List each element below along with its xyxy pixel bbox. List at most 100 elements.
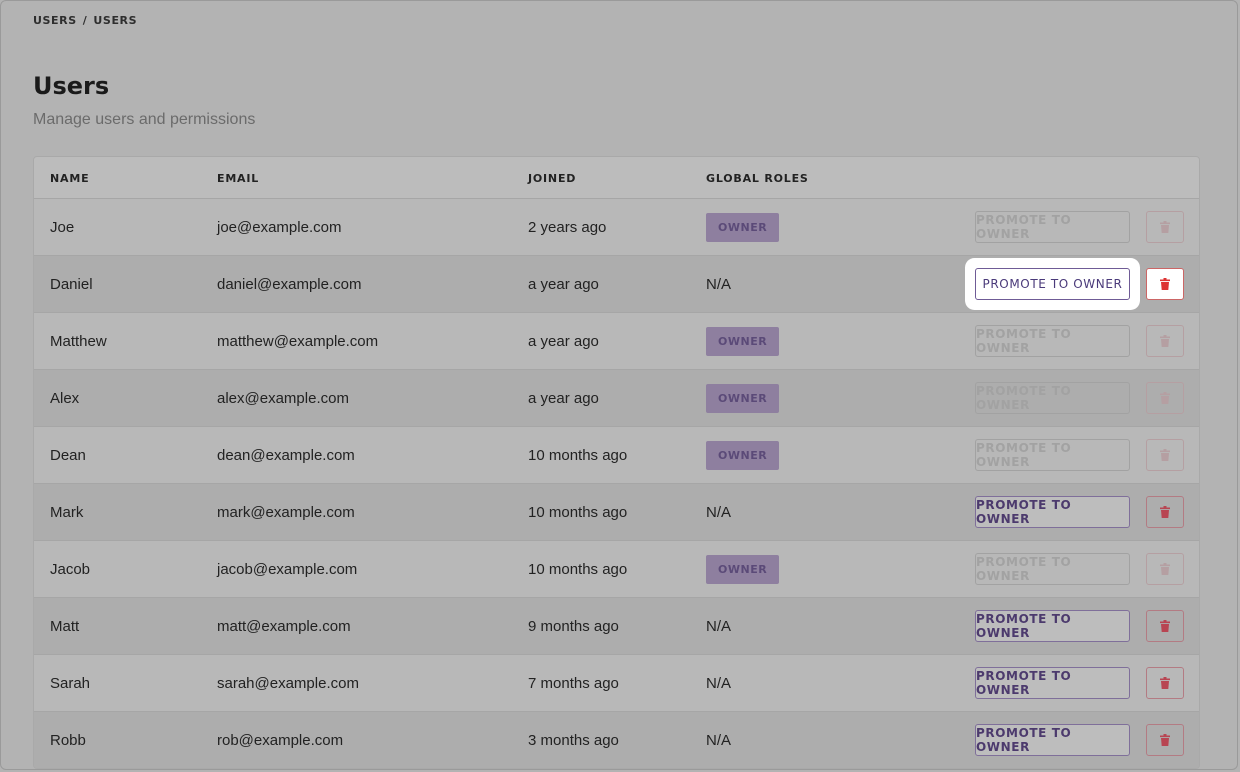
delete-user-button[interactable] <box>1146 553 1184 585</box>
table-row: Daniel daniel@example.com a year ago N/A PRO… <box>34 256 1199 313</box>
role-none: N/A <box>706 674 732 692</box>
user-role: OWNER <box>706 370 780 426</box>
user-email: jacob@example.com <box>217 560 358 578</box>
table-row: Matt matt@example.com 9 months ago N/A PROMO… <box>34 598 1199 655</box>
delete-user-button[interactable] <box>1146 382 1184 414</box>
trash-icon <box>1160 392 1170 404</box>
user-joined: 2 years ago <box>528 218 607 236</box>
table-row: Jacob jacob@example.com 10 months ago OWNER… <box>34 541 1199 598</box>
header-global-roles: GLOBAL ROLES <box>706 172 809 185</box>
user-name: Alex <box>50 389 80 407</box>
delete-user-button[interactable] <box>1146 610 1184 642</box>
user-joined: a year ago <box>528 332 599 350</box>
user-joined: 10 months ago <box>528 560 628 578</box>
delete-user-button[interactable] <box>1146 724 1184 756</box>
user-email: alex@example.com <box>217 389 349 407</box>
user-email: dean@example.com <box>217 446 355 464</box>
trash-icon <box>1160 335 1170 347</box>
breadcrumb: USERS / USERS <box>33 14 137 27</box>
table-row: Alex alex@example.com a year ago OWNER PROMO… <box>34 370 1199 427</box>
user-joined: 9 months ago <box>528 617 619 635</box>
promote-to-owner-button[interactable]: PROMOTE TO OWNER <box>975 667 1130 699</box>
breadcrumb-current: USERS <box>93 14 138 27</box>
table-row: Mark mark@example.com 10 months ago N/A PROM… <box>34 484 1199 541</box>
table-header: NAME EMAIL JOINED GLOBAL ROLES <box>34 157 1199 199</box>
table-body: Joe joe@example.com 2 years ago OWNER PROMOT… <box>34 199 1199 768</box>
breadcrumb-parent[interactable]: USERS <box>33 14 77 27</box>
page-subtitle: Manage users and permissions <box>33 111 256 128</box>
user-joined: a year ago <box>528 389 599 407</box>
delete-user-button[interactable] <box>1146 268 1184 300</box>
user-role: OWNER <box>706 199 780 255</box>
user-role: N/A <box>706 598 731 654</box>
promote-to-owner-button[interactable]: PROMOTE TO OWNER <box>975 325 1130 357</box>
user-name: Sarah <box>50 674 91 692</box>
promote-to-owner-button[interactable]: PROMOTE TO OWNER <box>975 496 1130 528</box>
user-role: N/A <box>706 712 731 768</box>
trash-icon <box>1160 563 1170 575</box>
promote-to-owner-button[interactable]: PROMOTE TO OWNER <box>975 610 1130 642</box>
trash-icon <box>1160 677 1170 689</box>
user-name: Joe <box>50 218 75 236</box>
user-email: mark@example.com <box>217 503 355 521</box>
delete-user-button[interactable] <box>1146 667 1184 699</box>
trash-icon <box>1160 734 1170 746</box>
promote-to-owner-button[interactable]: PROMOTE TO OWNER <box>975 439 1130 471</box>
trash-icon <box>1160 620 1170 632</box>
user-email: sarah@example.com <box>217 674 359 692</box>
delete-user-button[interactable] <box>1146 496 1184 528</box>
user-joined: 3 months ago <box>528 731 619 749</box>
promote-to-owner-button[interactable]: PROMOTE TO OWNER <box>975 724 1130 756</box>
delete-user-button[interactable] <box>1146 325 1184 357</box>
user-email: daniel@example.com <box>217 275 362 293</box>
header-joined: JOINED <box>528 172 577 185</box>
user-name: Daniel <box>50 275 93 293</box>
user-email: joe@example.com <box>217 218 342 236</box>
table-row: Joe joe@example.com 2 years ago OWNER PROMOT… <box>34 199 1199 256</box>
user-name: Jacob <box>50 560 91 578</box>
role-none: N/A <box>706 275 732 293</box>
promote-to-owner-button[interactable]: PROMOTE TO OWNER <box>975 268 1130 300</box>
trash-icon <box>1160 278 1170 290</box>
role-none: N/A <box>706 503 732 521</box>
role-none: N/A <box>706 617 732 635</box>
promote-to-owner-button[interactable]: PROMOTE TO OWNER <box>975 553 1130 585</box>
delete-user-button[interactable] <box>1146 439 1184 471</box>
delete-user-button[interactable] <box>1146 211 1184 243</box>
owner-badge: OWNER <box>706 440 780 470</box>
user-joined: 7 months ago <box>528 674 619 692</box>
role-none: N/A <box>706 731 732 749</box>
user-name: Mark <box>50 503 84 521</box>
table-row: Sarah sarah@example.com 7 months ago N/A PRO… <box>34 655 1199 712</box>
user-name: Matthew <box>50 332 107 350</box>
user-role: N/A <box>706 655 731 711</box>
trash-icon <box>1160 506 1170 518</box>
header-email: EMAIL <box>217 172 260 185</box>
trash-icon <box>1160 221 1170 233</box>
user-role: OWNER <box>706 313 780 369</box>
users-table: NAME EMAIL JOINED GLOBAL ROLES Joe joe@ex… <box>33 156 1200 769</box>
user-name: Robb <box>50 731 86 749</box>
user-role: N/A <box>706 256 731 312</box>
page-title: Users <box>33 72 110 100</box>
user-role: OWNER <box>706 427 780 483</box>
header-name: NAME <box>50 172 90 185</box>
breadcrumb-separator: / <box>82 14 88 27</box>
user-name: Matt <box>50 617 80 635</box>
user-role: N/A <box>706 484 731 540</box>
promote-to-owner-button[interactable]: PROMOTE TO OWNER <box>975 382 1130 414</box>
user-email: rob@example.com <box>217 731 344 749</box>
user-email: matthew@example.com <box>217 332 379 350</box>
table-row: Matthew matthew@example.com a year ago OWNE… <box>34 313 1199 370</box>
user-name: Dean <box>50 446 86 464</box>
table-row: Robb rob@example.com 3 months ago N/A PROMOT… <box>34 712 1199 768</box>
promote-to-owner-button[interactable]: PROMOTE TO OWNER <box>975 211 1130 243</box>
user-email: matt@example.com <box>217 617 351 635</box>
owner-badge: OWNER <box>706 383 780 413</box>
owner-badge: OWNER <box>706 554 780 584</box>
user-joined: a year ago <box>528 275 599 293</box>
table-row: Dean dean@example.com 10 months ago OWNER PR… <box>34 427 1199 484</box>
user-joined: 10 months ago <box>528 446 628 464</box>
user-joined: 10 months ago <box>528 503 628 521</box>
owner-badge: OWNER <box>706 212 780 242</box>
